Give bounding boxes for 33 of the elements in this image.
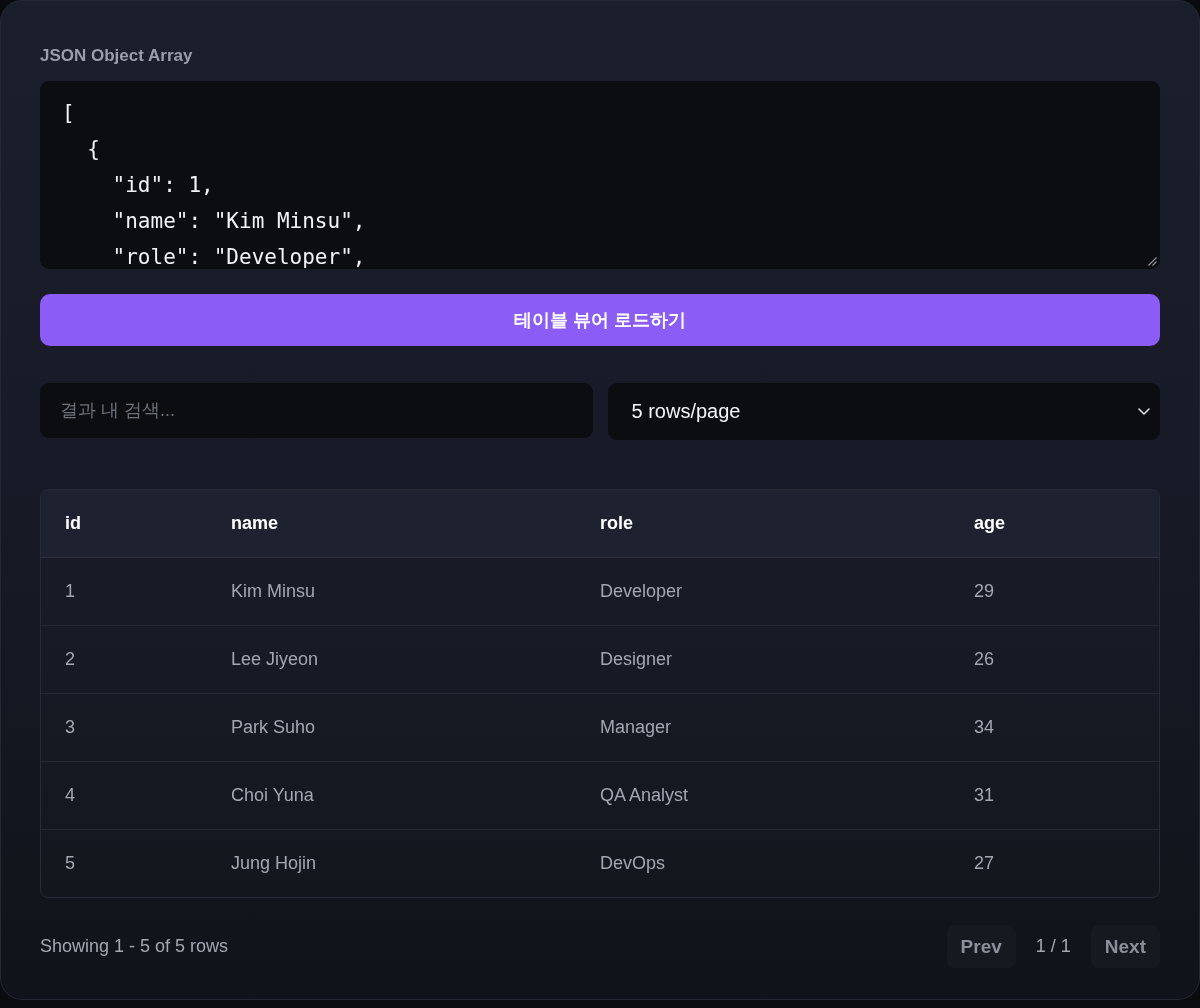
table-cell-text: 1 xyxy=(64,580,76,603)
table-cell-text: 29 xyxy=(973,580,996,603)
table-cell-text: Jung Hojin xyxy=(230,852,318,875)
rows-per-page-select[interactable]: 5 rows/page xyxy=(607,383,1160,440)
table-cell-text: Developer xyxy=(599,580,684,603)
page-indicator: 1 / 1 xyxy=(1035,936,1071,957)
table-cell-text: DevOps xyxy=(599,852,667,875)
column-header: id xyxy=(64,512,82,535)
table-cell-text: 3 xyxy=(64,716,76,739)
field-label: JSON Object Array xyxy=(40,46,193,66)
table-cell-text: 27 xyxy=(973,852,996,875)
table-cell-text: Designer xyxy=(599,648,674,671)
table-cell-text: Manager xyxy=(599,716,673,739)
table-cell-text: 2 xyxy=(64,648,76,671)
table-cell-text: 26 xyxy=(973,648,996,671)
resize-grip-icon[interactable] xyxy=(1148,257,1157,266)
search-field[interactable]: 결과 내 검색... xyxy=(40,383,593,438)
table-cell-text: Choi Yuna xyxy=(230,784,315,807)
row-count-text: Showing 1 - 5 of 5 rows xyxy=(40,936,229,957)
column-header: age xyxy=(973,512,1007,535)
table-cell-text: 5 xyxy=(64,852,76,875)
column-header: role xyxy=(599,512,634,535)
table-cell-text: Park Suho xyxy=(230,716,317,739)
table-cell-text: Kim Minsu xyxy=(230,580,316,603)
table-cell-text: QA Analyst xyxy=(599,784,690,807)
table-cell-text: 31 xyxy=(973,784,996,807)
json-input-field[interactable]: [ { "id": 1, "name": "Kim Minsu", "role": "Developer", xyxy=(40,81,1160,269)
table-cell-text: 34 xyxy=(973,716,996,739)
table-cell-text: Lee Jiyeon xyxy=(230,648,320,671)
table-cell-text: 4 xyxy=(64,784,76,807)
load-table-button[interactable]: 테이블 뷰어 로드하기 xyxy=(40,294,1160,346)
column-header: name xyxy=(230,512,280,535)
chevron-down-icon xyxy=(1138,408,1150,415)
